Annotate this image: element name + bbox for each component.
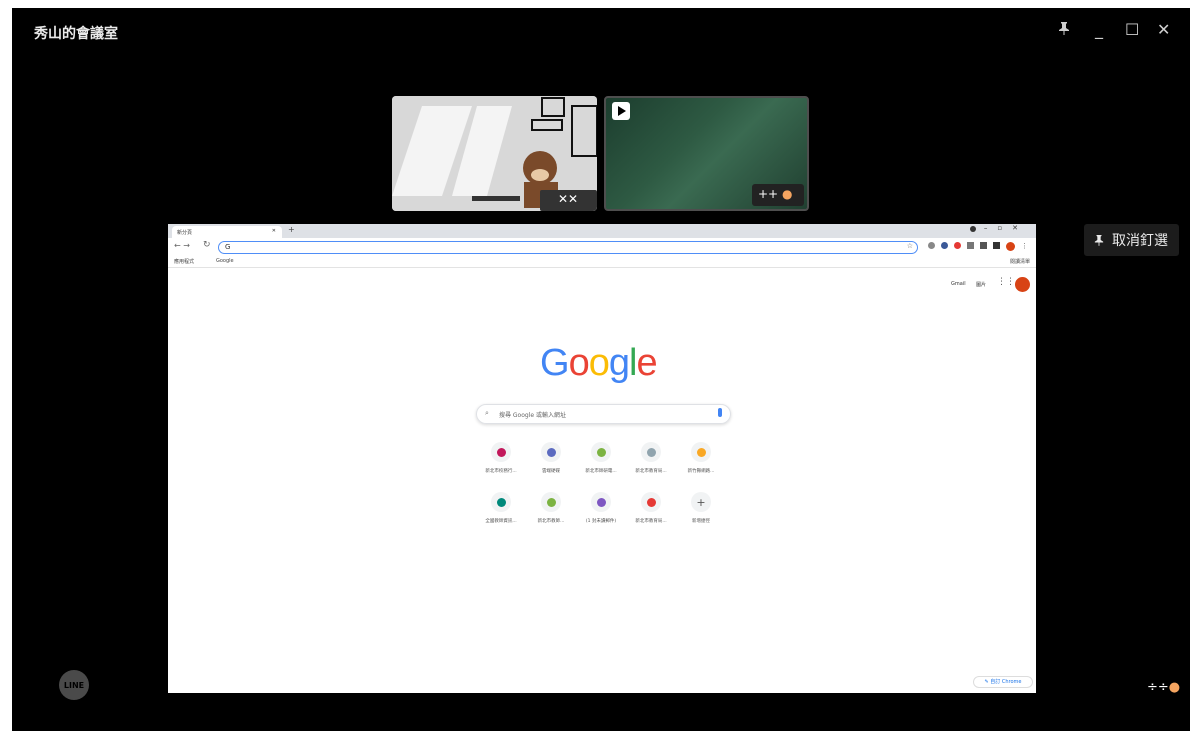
unpin-label: 取消釘選	[1112, 233, 1168, 249]
shortcut-label: 雲端硬碟	[542, 469, 560, 474]
site-favicon-icon	[641, 492, 661, 512]
shortcut-tile[interactable]: (1 封未讀郵件)	[576, 492, 626, 532]
site-favicon-icon	[591, 442, 611, 462]
participant-thumbnail-bear[interactable]: ✕✕	[392, 96, 597, 211]
mic-icon[interactable]	[718, 408, 722, 417]
browser-tab[interactable]: 新分頁 ✕	[172, 226, 282, 238]
shortcut-label: 全國教師資訊...	[485, 519, 517, 524]
gmail-link[interactable]: Gmail	[951, 281, 966, 287]
shortcut-label: 新北市師研電...	[585, 469, 617, 474]
reload-icon[interactable]: ↻	[203, 240, 211, 250]
address-input[interactable]: G	[225, 243, 230, 251]
shortcut-label: (1 封未讀郵件)	[585, 519, 617, 524]
site-favicon-icon	[491, 442, 511, 462]
customize-chrome-button[interactable]: ✎ 自訂 Chrome	[973, 676, 1033, 688]
tab-close-icon[interactable]: ✕	[272, 228, 276, 234]
site-favicon-icon	[691, 442, 711, 462]
maximize-button[interactable]: ☐	[1125, 20, 1139, 40]
video-play-icon[interactable]	[612, 102, 630, 120]
google-logo-letter: e	[636, 342, 657, 384]
shortcut-tile[interactable]: 新北市教師...	[526, 492, 576, 532]
pin-icon	[1094, 235, 1104, 246]
shortcut-label: 新北市教育局...	[635, 469, 667, 474]
google-logo: Google	[540, 342, 658, 385]
shortcut-tile[interactable]: 新北市校務行...	[476, 442, 526, 482]
more-menu-icon[interactable]: ⋮	[1021, 242, 1028, 251]
minimize-button[interactable]: _	[1095, 20, 1103, 40]
site-favicon-icon	[491, 492, 511, 512]
hamster-mascot-icon: ÷÷●	[1147, 680, 1181, 695]
add-shortcut-icon: +	[691, 492, 711, 512]
avatar[interactable]	[1015, 277, 1030, 292]
shortcut-label: 新竹縣網路...	[687, 469, 715, 474]
hamster-icon: ●	[781, 187, 793, 201]
images-link[interactable]: 圖片	[976, 281, 986, 288]
search-input[interactable]: 搜尋 Google 或輸入網址	[499, 412, 566, 419]
apps-grid-icon[interactable]: ⋮⋮	[997, 277, 1015, 287]
shortcut-label: 新北市教育局...	[635, 519, 667, 524]
bookmarks-bar: 應用程式 Google 閱讀清單	[168, 256, 1036, 268]
thumbnail-badge: ++	[758, 187, 779, 201]
close-button[interactable]: ✕	[1157, 20, 1170, 40]
extension-icon[interactable]	[928, 242, 935, 249]
customize-label: 自訂 Chrome	[990, 679, 1022, 685]
shortcut-tile[interactable]: 全國教師資訊...	[476, 492, 526, 532]
tab-title: 新分頁	[177, 230, 193, 236]
unpin-button[interactable]: 取消釘選	[1084, 224, 1179, 256]
extension-icon[interactable]	[980, 242, 987, 249]
shortcut-label: 新增捷徑	[692, 519, 710, 524]
extension-icon[interactable]	[941, 242, 948, 249]
google-logo-letter: o	[588, 342, 610, 384]
meeting-title: 秀山的會議室	[34, 26, 118, 42]
title-bar: 秀山的會議室 _ ☐ ✕	[12, 8, 1190, 44]
site-favicon-icon	[541, 492, 561, 512]
shortcut-tile[interactable]: 新北市師研電...	[576, 442, 626, 482]
star-icon[interactable]: ☆	[907, 242, 913, 250]
shortcut-label: 新北市教師...	[537, 519, 565, 524]
google-logo-letter: G	[540, 342, 570, 384]
google-search-box[interactable]: ⌕ 搜尋 Google 或輸入網址	[476, 404, 731, 424]
new-tab-button[interactable]: +	[288, 225, 295, 234]
site-favicon-icon	[591, 492, 611, 512]
avatar[interactable]	[1006, 242, 1015, 251]
shortcut-tile[interactable]: 新竹縣網路...	[676, 442, 726, 482]
google-logo-letter: g	[608, 342, 630, 384]
shortcut-tile[interactable]: 新北市教育局...	[626, 442, 676, 482]
address-bar[interactable]: G ☆	[218, 241, 918, 254]
shortcut-tile[interactable]: 新北市教育局...	[626, 492, 676, 532]
extension-icon[interactable]	[967, 242, 974, 249]
shared-screen[interactable]: 新分頁 ✕ + –▫✕ ← → ↻ G ☆ ⋮ 應用程式 Google 閱讀清單…	[168, 224, 1036, 693]
shortcut-tile[interactable]: 雲端硬碟	[526, 442, 576, 482]
google-logo-letter: o	[568, 342, 590, 384]
profile-icon[interactable]	[970, 226, 976, 232]
back-forward-icon[interactable]: ← →	[174, 241, 190, 250]
reading-list[interactable]: 閱讀清單	[1010, 258, 1030, 265]
site-favicon-icon	[541, 442, 561, 462]
shortcut-label: 新北市校務行...	[485, 469, 517, 474]
puzzle-icon[interactable]	[993, 242, 1000, 249]
meeting-window: 秀山的會議室 _ ☐ ✕ ✕✕ ++ ● 取消釘選 新分頁 ✕ + –▫✕ ← …	[12, 8, 1190, 731]
search-icon: ⌕	[485, 409, 489, 417]
shortcut-tile[interactable]: + 新增捷徑	[676, 492, 726, 532]
line-logo-text: LINE	[63, 680, 85, 690]
pin-icon[interactable]	[1058, 20, 1070, 40]
toolbar: ← → ↻ G ☆ ⋮	[168, 238, 1036, 256]
line-logo: LINE	[59, 670, 89, 700]
thumbnail-badge: ✕✕	[558, 192, 579, 206]
bookmark-apps[interactable]: 應用程式	[174, 258, 194, 265]
site-favicon-icon	[641, 442, 661, 462]
extension-icon[interactable]	[954, 242, 961, 249]
browser-tab-strip: 新分頁 ✕ + –▫✕	[168, 224, 1036, 238]
participant-thumbnail-chalkboard[interactable]: ++ ●	[604, 96, 809, 211]
bookmark-google[interactable]: Google	[216, 258, 234, 264]
